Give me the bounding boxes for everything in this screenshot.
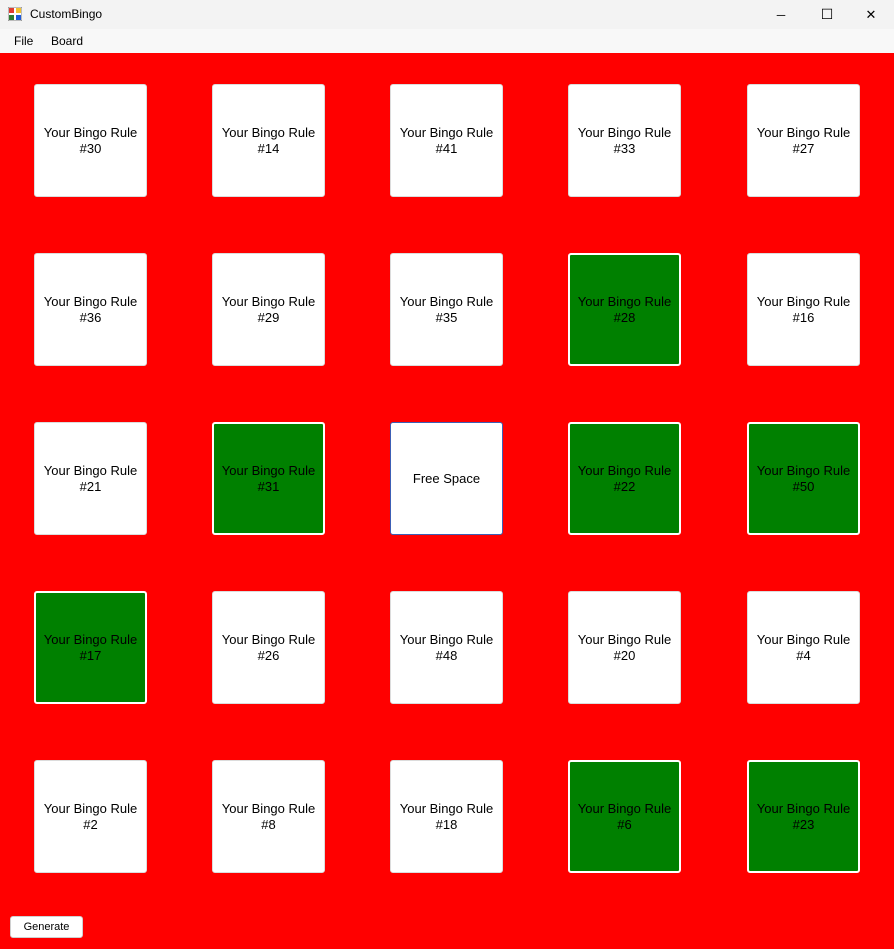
bingo-cell[interactable]: Your Bingo Rule #48 bbox=[390, 591, 503, 704]
maximize-button[interactable]: ☐ bbox=[804, 0, 850, 29]
bingo-cell-free-space[interactable]: Free Space bbox=[390, 422, 503, 535]
bingo-cell[interactable]: Your Bingo Rule #18 bbox=[390, 760, 503, 873]
bingo-cell[interactable]: Your Bingo Rule #30 bbox=[34, 84, 147, 197]
bingo-cell-label: Your Bingo Rule #31 bbox=[221, 462, 316, 494]
minimize-button-alt[interactable]: ─ bbox=[758, 0, 804, 29]
bingo-cell-label: Your Bingo Rule #41 bbox=[399, 124, 494, 156]
bingo-cell-label: Your Bingo Rule #16 bbox=[756, 293, 851, 325]
bingo-cell-label: Your Bingo Rule #27 bbox=[756, 124, 851, 156]
bingo-cell-label: Your Bingo Rule #4 bbox=[756, 631, 851, 663]
minimize-label: ─ bbox=[776, 7, 786, 22]
maximize-icon: ☐ bbox=[820, 6, 834, 22]
window-title: CustomBingo bbox=[30, 7, 103, 21]
bingo-cell[interactable]: Your Bingo Rule #35 bbox=[390, 253, 503, 366]
close-button[interactable]: ✕ bbox=[848, 0, 894, 29]
bingo-cell-label: Your Bingo Rule #8 bbox=[221, 800, 316, 832]
bingo-cell[interactable]: Your Bingo Rule #36 bbox=[34, 253, 147, 366]
bingo-cell[interactable]: Your Bingo Rule #27 bbox=[747, 84, 860, 197]
bingo-cell-label: Your Bingo Rule #22 bbox=[577, 462, 672, 494]
bingo-cell-label: Your Bingo Rule #2 bbox=[43, 800, 138, 832]
bingo-cell-label: Free Space bbox=[412, 470, 481, 486]
bingo-cell-label: Your Bingo Rule #28 bbox=[577, 293, 672, 325]
bingo-cell-label: Your Bingo Rule #26 bbox=[221, 631, 316, 663]
menu-file[interactable]: File bbox=[14, 33, 33, 49]
bingo-cell[interactable]: Your Bingo Rule #2 bbox=[34, 760, 147, 873]
bingo-board: Your Bingo Rule #30 Your Bingo Rule #14 Yo… bbox=[0, 53, 894, 949]
bingo-cell[interactable]: Your Bingo Rule #14 bbox=[212, 84, 325, 197]
bingo-cell[interactable]: Your Bingo Rule #17 bbox=[34, 591, 147, 704]
bingo-cell-label: Your Bingo Rule #29 bbox=[221, 293, 316, 325]
bingo-cell-label: Your Bingo Rule #21 bbox=[43, 462, 138, 494]
bingo-cell-label: Your Bingo Rule #50 bbox=[756, 462, 851, 494]
app-icon bbox=[8, 7, 22, 21]
bingo-cell-label: Your Bingo Rule #23 bbox=[756, 800, 851, 832]
bingo-cell[interactable]: Your Bingo Rule #22 bbox=[568, 422, 681, 535]
menu-board[interactable]: Board bbox=[51, 33, 83, 49]
bingo-cell-label: Your Bingo Rule #20 bbox=[577, 631, 672, 663]
bingo-cell[interactable]: Your Bingo Rule #20 bbox=[568, 591, 681, 704]
bingo-cell-label: Your Bingo Rule #18 bbox=[399, 800, 494, 832]
close-icon: ✕ bbox=[865, 6, 877, 22]
bingo-cell[interactable]: Your Bingo Rule #33 bbox=[568, 84, 681, 197]
bingo-cell[interactable]: Your Bingo Rule #6 bbox=[568, 760, 681, 873]
bingo-cell-label: Your Bingo Rule #35 bbox=[399, 293, 494, 325]
menu-bar: File Board bbox=[0, 29, 894, 53]
bingo-cell-label: Your Bingo Rule #30 bbox=[43, 124, 138, 156]
bingo-cell[interactable]: Your Bingo Rule #8 bbox=[212, 760, 325, 873]
bingo-cell[interactable]: Your Bingo Rule #4 bbox=[747, 591, 860, 704]
bingo-cell-label: Your Bingo Rule #48 bbox=[399, 631, 494, 663]
title-bar[interactable]: CustomBingo ─ ☐ ✕ bbox=[0, 0, 894, 29]
bingo-cell-label: Your Bingo Rule #17 bbox=[43, 631, 138, 663]
bingo-cell-label: Your Bingo Rule #6 bbox=[577, 800, 672, 832]
bingo-cell[interactable]: Your Bingo Rule #28 bbox=[568, 253, 681, 366]
bingo-cell-label: Your Bingo Rule #33 bbox=[577, 124, 672, 156]
bingo-cell[interactable]: Your Bingo Rule #23 bbox=[747, 760, 860, 873]
bingo-cell[interactable]: Your Bingo Rule #31 bbox=[212, 422, 325, 535]
bingo-cell[interactable]: Your Bingo Rule #41 bbox=[390, 84, 503, 197]
bingo-cell-label: Your Bingo Rule #36 bbox=[43, 293, 138, 325]
bingo-cell-label: Your Bingo Rule #14 bbox=[221, 124, 316, 156]
bingo-cell[interactable]: Your Bingo Rule #16 bbox=[747, 253, 860, 366]
bingo-cell[interactable]: Your Bingo Rule #50 bbox=[747, 422, 860, 535]
app-window: CustomBingo ─ ☐ ✕ File Board Your Bingo … bbox=[0, 0, 894, 949]
bingo-cell[interactable]: Your Bingo Rule #29 bbox=[212, 253, 325, 366]
generate-button[interactable]: Generate bbox=[10, 916, 83, 938]
bingo-cell[interactable]: Your Bingo Rule #21 bbox=[34, 422, 147, 535]
bingo-cell[interactable]: Your Bingo Rule #26 bbox=[212, 591, 325, 704]
